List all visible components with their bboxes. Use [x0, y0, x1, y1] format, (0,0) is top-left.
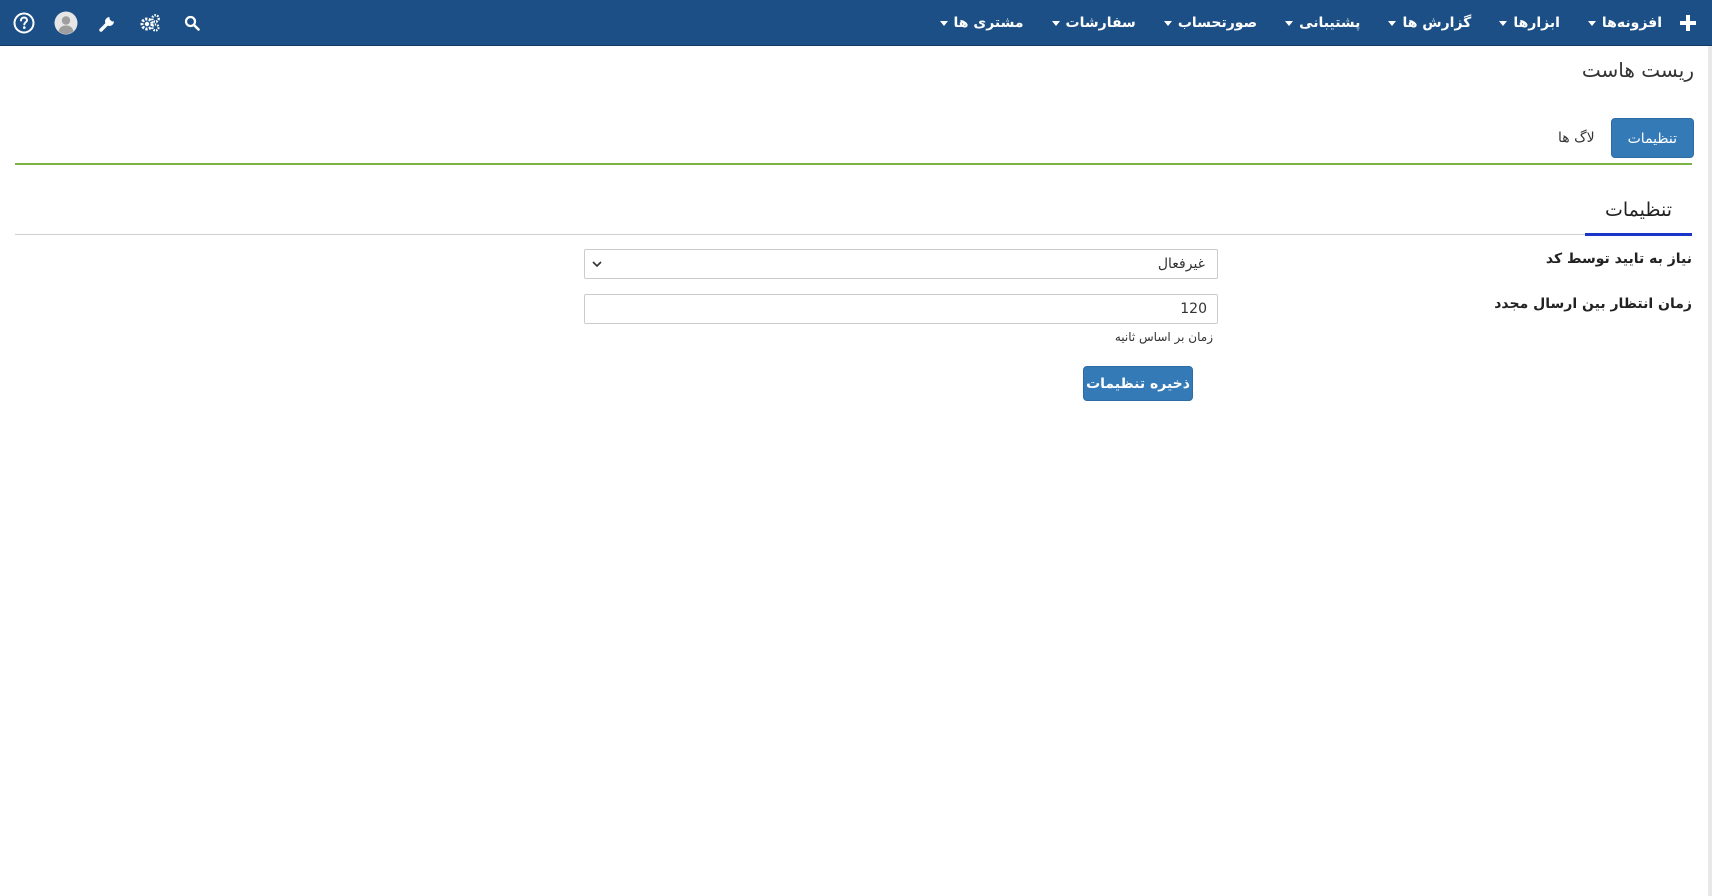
- menu-item-clients[interactable]: مشتری ها: [939, 15, 1024, 31]
- save-settings-button[interactable]: ذخیره تنظیمات: [1083, 366, 1193, 401]
- cogs-icon[interactable]: [138, 11, 162, 35]
- chevron-down-icon: [591, 250, 603, 278]
- menu-label: سفارشات: [1065, 15, 1136, 31]
- caret-down-icon: [1499, 20, 1508, 26]
- section-title: تنظیمات: [1584, 190, 1692, 236]
- plus-icon[interactable]: [1680, 0, 1696, 46]
- navbar-icons: [12, 0, 222, 46]
- menu-item-utilities[interactable]: ابزارها: [1499, 15, 1560, 31]
- menu-item-billing[interactable]: صورتحساب: [1163, 15, 1258, 31]
- menu-label: مشتری ها: [953, 15, 1024, 31]
- module-tabs: تنظیمات لاگ ها: [1542, 118, 1694, 158]
- menu-item-addons[interactable]: افزونه‌ها: [1587, 15, 1662, 31]
- tabs-divider: [15, 163, 1692, 165]
- menu-label: پشتیبانی: [1299, 15, 1361, 31]
- menu-label: افزونه‌ها: [1601, 15, 1662, 31]
- caret-down-icon: [939, 20, 948, 26]
- caret-down-icon: [1163, 20, 1172, 26]
- code-verification-select[interactable]: غیرفعال: [584, 249, 1218, 279]
- tab-settings[interactable]: تنظیمات: [1610, 118, 1694, 158]
- resend-wait-help: زمان بر اساس ثانیه: [1114, 330, 1213, 344]
- help-icon[interactable]: [12, 11, 36, 35]
- section-header: تنظیمات: [15, 190, 1692, 236]
- tab-logs[interactable]: لاگ ها: [1542, 118, 1611, 158]
- resend-wait-input[interactable]: [584, 294, 1218, 324]
- menu-item-support[interactable]: پشتیبانی: [1285, 15, 1360, 31]
- menu-label: صورتحساب: [1177, 15, 1258, 31]
- menu-label: گزارش ها: [1402, 15, 1472, 31]
- caret-down-icon: [1285, 20, 1294, 26]
- menu-item-reports[interactable]: گزارش ها: [1388, 15, 1471, 31]
- plus-icon-svg: [1680, 15, 1696, 31]
- code-verification-label: نیاز به تایید توسط کد: [1545, 251, 1692, 267]
- menu-item-orders[interactable]: سفارشات: [1051, 15, 1136, 31]
- caret-down-icon: [1388, 20, 1397, 26]
- select-value: غیرفعال: [1157, 256, 1205, 272]
- search-icon[interactable]: [180, 11, 204, 35]
- main-menu: مشتری ها سفارشات صورتحساب پشتیبانی گزارش…: [912, 0, 1662, 46]
- resend-wait-label: زمان انتظار بین ارسال مجدد: [1494, 296, 1692, 312]
- page-scrollbar[interactable]: [1708, 46, 1712, 896]
- caret-down-icon: [1587, 20, 1596, 26]
- user-avatar-icon[interactable]: [54, 11, 78, 35]
- caret-down-icon: [1051, 20, 1060, 26]
- page-title: ریست هاست: [1581, 58, 1694, 82]
- menu-label: ابزارها: [1513, 15, 1560, 31]
- wrench-icon[interactable]: [96, 11, 120, 35]
- top-navbar: مشتری ها سفارشات صورتحساب پشتیبانی گزارش…: [0, 0, 1712, 46]
